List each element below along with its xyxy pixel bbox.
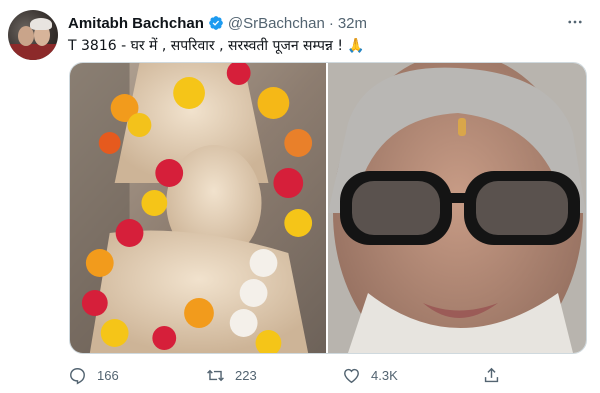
more-options-icon[interactable] <box>564 12 586 32</box>
tweet-actions: 166 223 4.3K <box>60 362 530 388</box>
author-handle[interactable]: @SrBachchan <box>228 15 325 32</box>
retweet-count: 223 <box>235 367 257 383</box>
reply-count: 166 <box>97 367 119 383</box>
retweet-icon <box>207 369 224 381</box>
tweet-media[interactable] <box>69 62 587 354</box>
timestamp[interactable]: 32m <box>338 15 367 32</box>
statue-image[interactable] <box>70 63 328 353</box>
portrait-image[interactable] <box>328 63 586 353</box>
author-name[interactable]: Amitabh Bachchan <box>68 15 204 32</box>
avatar[interactable] <box>8 10 58 60</box>
tweet[interactable]: Amitabh Bachchan @SrBachchan · 32m T 381… <box>0 0 600 393</box>
reply-button[interactable]: 166 <box>68 362 119 388</box>
share-button[interactable] <box>482 362 511 388</box>
share-icon <box>484 367 499 382</box>
tweet-text: T 3816 - घर में , सपरिवार , सरस्वती पूजन… <box>68 38 365 54</box>
avatar-hair <box>30 18 52 30</box>
verified-badge-icon <box>208 15 224 31</box>
separator-dot: · <box>328 14 334 32</box>
reply-icon <box>70 367 85 384</box>
avatar-background <box>8 44 58 60</box>
retweet-button[interactable]: 223 <box>206 362 257 388</box>
like-button[interactable]: 4.3K <box>342 362 398 388</box>
tweet-header: Amitabh Bachchan @SrBachchan · 32m <box>68 13 590 33</box>
like-count: 4.3K <box>371 367 398 383</box>
heart-icon <box>344 368 359 383</box>
